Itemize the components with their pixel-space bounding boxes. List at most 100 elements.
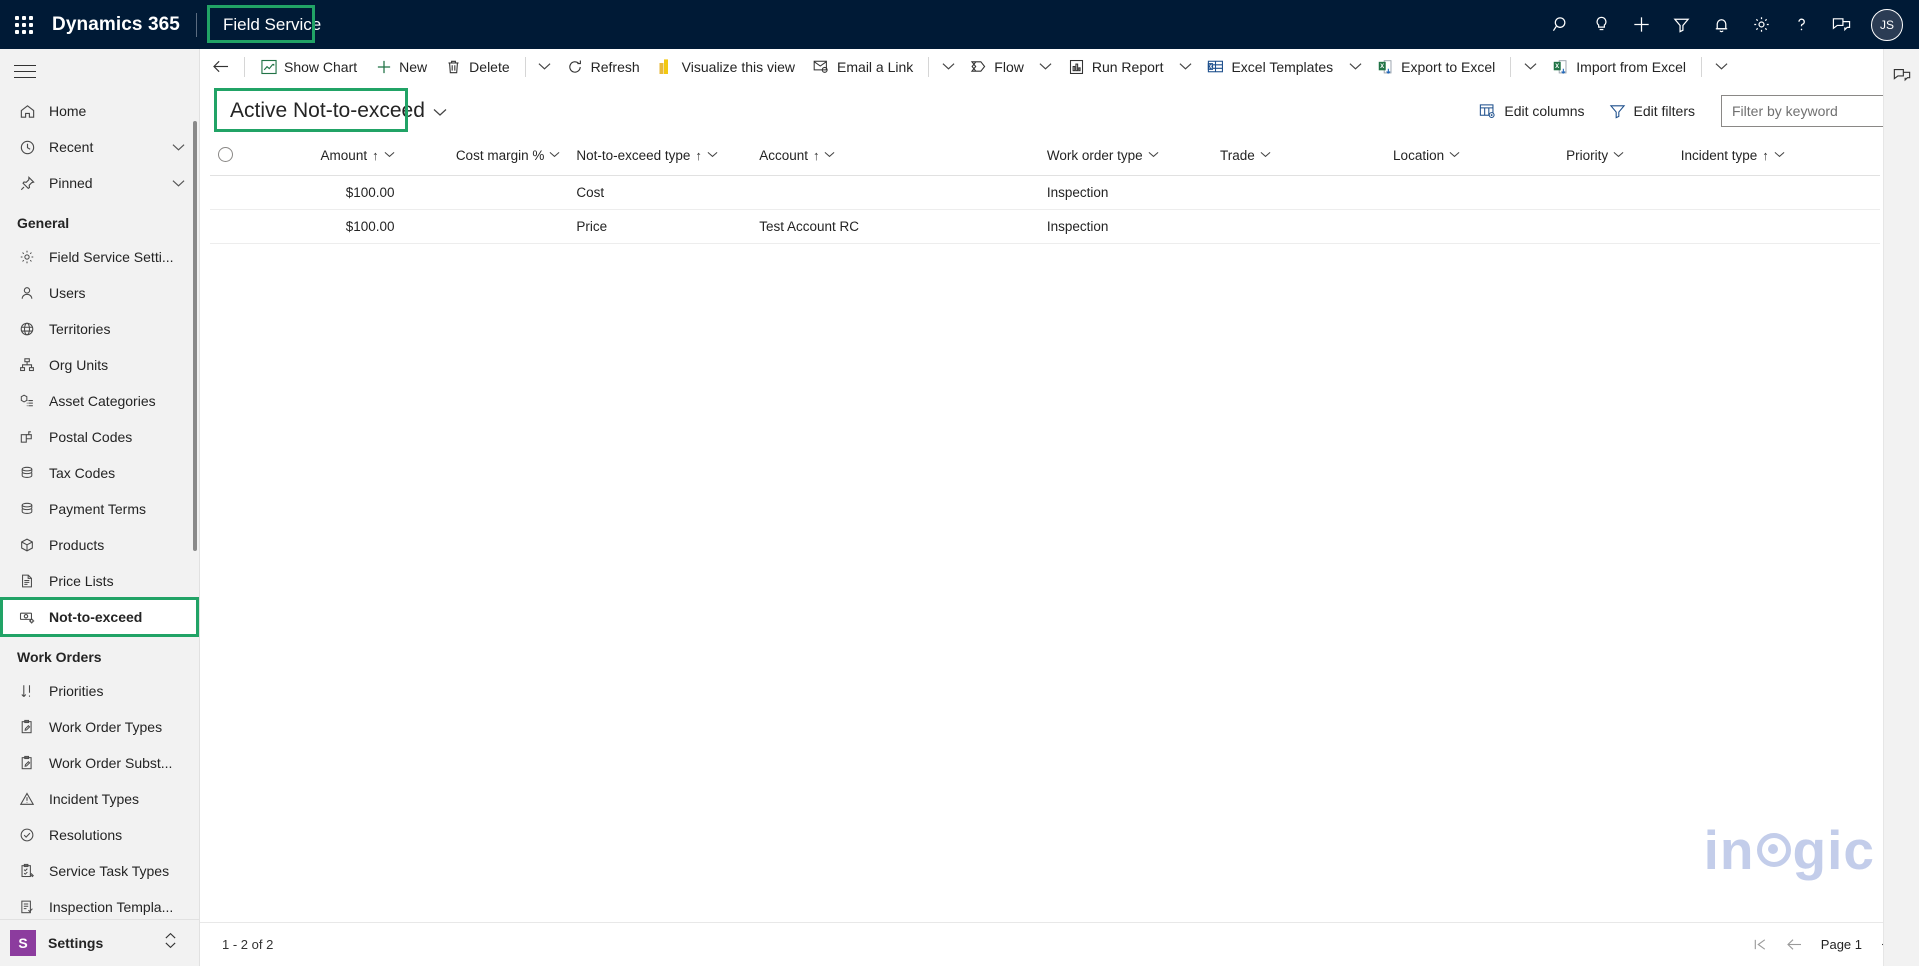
gear-icon[interactable] bbox=[1741, 0, 1781, 49]
chevron-down-icon[interactable] bbox=[824, 150, 835, 161]
cell-cost-margin bbox=[402, 209, 569, 244]
help-icon[interactable] bbox=[1781, 0, 1821, 49]
edit-columns-button[interactable]: Edit columns bbox=[1469, 95, 1594, 127]
chevron-down-icon[interactable] bbox=[707, 150, 718, 161]
email-a-link-button[interactable]: Email a Link bbox=[804, 50, 922, 84]
sidebar-item-users[interactable]: Users bbox=[0, 275, 199, 311]
column-header-trade[interactable]: Trade bbox=[1211, 137, 1386, 176]
select-all-header[interactable] bbox=[210, 137, 267, 176]
up-down-chevron-icon[interactable] bbox=[164, 932, 177, 954]
chevron-down-icon[interactable] bbox=[433, 99, 447, 123]
column-header-nte-type[interactable]: Not-to-exceed type ↑ bbox=[568, 137, 752, 176]
first-page-icon[interactable] bbox=[1753, 938, 1768, 951]
cell-nte-type: Price bbox=[568, 209, 752, 244]
chevron-down-icon[interactable] bbox=[1260, 150, 1271, 161]
select-all-checkbox[interactable] bbox=[218, 146, 233, 162]
view-selector[interactable]: Active Not-to-exceed bbox=[222, 93, 457, 129]
email-a-link-caret[interactable] bbox=[935, 50, 961, 84]
sidebar-item-org-units[interactable]: Org Units bbox=[0, 347, 199, 383]
chevron-down-icon[interactable] bbox=[549, 150, 560, 161]
back-arrow-icon[interactable] bbox=[204, 50, 238, 84]
sidebar-item-home[interactable]: Home bbox=[0, 93, 199, 129]
avatar[interactable]: JS bbox=[1871, 8, 1903, 41]
stack-icon bbox=[17, 463, 37, 483]
plus-icon[interactable] bbox=[1621, 0, 1661, 49]
previous-page-icon[interactable] bbox=[1786, 938, 1803, 951]
chevron-down-icon[interactable] bbox=[1449, 150, 1460, 161]
chevron-down-icon[interactable] bbox=[1148, 150, 1159, 161]
app-name[interactable]: Field Service bbox=[213, 9, 331, 41]
sidebar-item-price-lists[interactable]: Price Lists bbox=[0, 563, 199, 599]
edit-filters-button[interactable]: Edit filters bbox=[1599, 95, 1705, 127]
sidebar-item-asset-categories[interactable]: Asset Categories bbox=[0, 383, 199, 419]
sidebar-item-products[interactable]: Products bbox=[0, 527, 199, 563]
run-report-caret[interactable] bbox=[1172, 50, 1198, 84]
row-select-cell[interactable] bbox=[210, 175, 267, 210]
run-report-button[interactable]: Run Report bbox=[1059, 50, 1173, 84]
sitemap-toggle-button[interactable] bbox=[0, 49, 199, 93]
feedback-icon[interactable] bbox=[1821, 0, 1861, 49]
table-row[interactable]: $100.00 Cost Inspection bbox=[210, 175, 1880, 210]
sidebar-item-label: Priorities bbox=[49, 683, 104, 699]
chevron-down-icon[interactable] bbox=[172, 139, 185, 155]
sidebar-item-incident-types[interactable]: Incident Types bbox=[0, 781, 199, 817]
delete-overflow-caret[interactable] bbox=[532, 50, 558, 84]
row-select-cell[interactable] bbox=[210, 209, 267, 244]
column-header-amount[interactable]: Amount ↑ bbox=[266, 137, 403, 176]
column-header-incident-type[interactable]: Incident type ↑ bbox=[1672, 137, 1880, 176]
column-header-priority[interactable]: Priority bbox=[1558, 137, 1673, 176]
flow-caret[interactable] bbox=[1033, 50, 1059, 84]
sidebar-item-tax-codes[interactable]: Tax Codes bbox=[0, 455, 199, 491]
bell-icon[interactable] bbox=[1701, 0, 1741, 49]
app-launcher-button[interactable] bbox=[0, 0, 48, 49]
delete-button[interactable]: Delete bbox=[436, 50, 518, 84]
sidebar-item-recent[interactable]: Recent bbox=[0, 129, 199, 165]
cell-work-order-type[interactable]: Inspection bbox=[1038, 175, 1212, 210]
excel-templates-caret[interactable] bbox=[1342, 50, 1368, 84]
sidebar-item-inspection-templates[interactable]: Inspection Templa... bbox=[0, 889, 199, 919]
app-name-container[interactable]: Field Service bbox=[206, 4, 331, 43]
sidebar-item-payment-terms[interactable]: Payment Terms bbox=[0, 491, 199, 527]
column-header-cost-margin[interactable]: Cost margin % bbox=[402, 137, 569, 176]
visualize-this-view-button[interactable]: Visualize this view bbox=[649, 50, 804, 84]
flow-button[interactable]: Flow bbox=[961, 50, 1033, 84]
sidebar-item-work-order-types[interactable]: Work Order Types bbox=[0, 709, 199, 745]
column-header-account[interactable]: Account ↑ bbox=[751, 137, 1039, 176]
show-chart-button[interactable]: Show Chart bbox=[251, 50, 366, 84]
sidebar-area-switcher[interactable]: S Settings bbox=[0, 919, 199, 966]
sidebar-item-priorities[interactable]: Priorities bbox=[0, 673, 199, 709]
import-from-excel-caret[interactable] bbox=[1708, 50, 1734, 84]
chevron-down-icon[interactable] bbox=[172, 175, 185, 191]
feedback-icon[interactable] bbox=[1886, 59, 1918, 91]
chevron-down-icon[interactable] bbox=[384, 150, 395, 161]
sidebar-item-not-to-exceed[interactable]: Not-to-exceed bbox=[0, 599, 199, 635]
search-icon[interactable] bbox=[1541, 0, 1581, 49]
export-to-excel-caret[interactable] bbox=[1517, 50, 1543, 84]
sidebar-item-field-service-settings[interactable]: Field Service Setti... bbox=[0, 239, 199, 275]
view-selector-container[interactable]: Active Not-to-exceed bbox=[214, 88, 457, 132]
sort-ascending-icon: ↑ bbox=[695, 148, 702, 164]
sidebar-item-territories[interactable]: Territories bbox=[0, 311, 199, 347]
filter-icon[interactable] bbox=[1661, 0, 1701, 49]
column-header-work-order-type[interactable]: Work order type bbox=[1038, 137, 1212, 176]
import-from-excel-button[interactable]: X Import from Excel bbox=[1543, 50, 1695, 84]
sidebar-item-pinned[interactable]: Pinned bbox=[0, 165, 199, 201]
column-header-location[interactable]: Location bbox=[1385, 137, 1559, 176]
chevron-down-icon[interactable] bbox=[1613, 150, 1624, 161]
sidebar-item-postal-codes[interactable]: Postal Codes bbox=[0, 419, 199, 455]
excel-templates-button[interactable]: X Excel Templates bbox=[1198, 50, 1342, 84]
sidebar-item-work-order-substatuses[interactable]: Work Order Subst... bbox=[0, 745, 199, 781]
cell-account[interactable] bbox=[751, 175, 1039, 210]
new-button[interactable]: New bbox=[366, 50, 436, 84]
box-icon bbox=[17, 535, 37, 555]
export-to-excel-button[interactable]: X Export to Excel bbox=[1368, 50, 1504, 84]
sidebar-item-resolutions[interactable]: Resolutions bbox=[0, 817, 199, 853]
search-input[interactable] bbox=[1721, 95, 1897, 127]
sidebar-item-service-task-types[interactable]: Service Task Types bbox=[0, 853, 199, 889]
lightbulb-icon[interactable] bbox=[1581, 0, 1621, 49]
chevron-down-icon[interactable] bbox=[1774, 150, 1785, 161]
refresh-button[interactable]: Refresh bbox=[558, 50, 649, 84]
cell-account[interactable]: Test Account RC bbox=[751, 209, 1039, 244]
table-row[interactable]: $100.00 Price Test Account RC Inspection bbox=[210, 209, 1880, 244]
cell-work-order-type[interactable]: Inspection bbox=[1038, 209, 1212, 244]
